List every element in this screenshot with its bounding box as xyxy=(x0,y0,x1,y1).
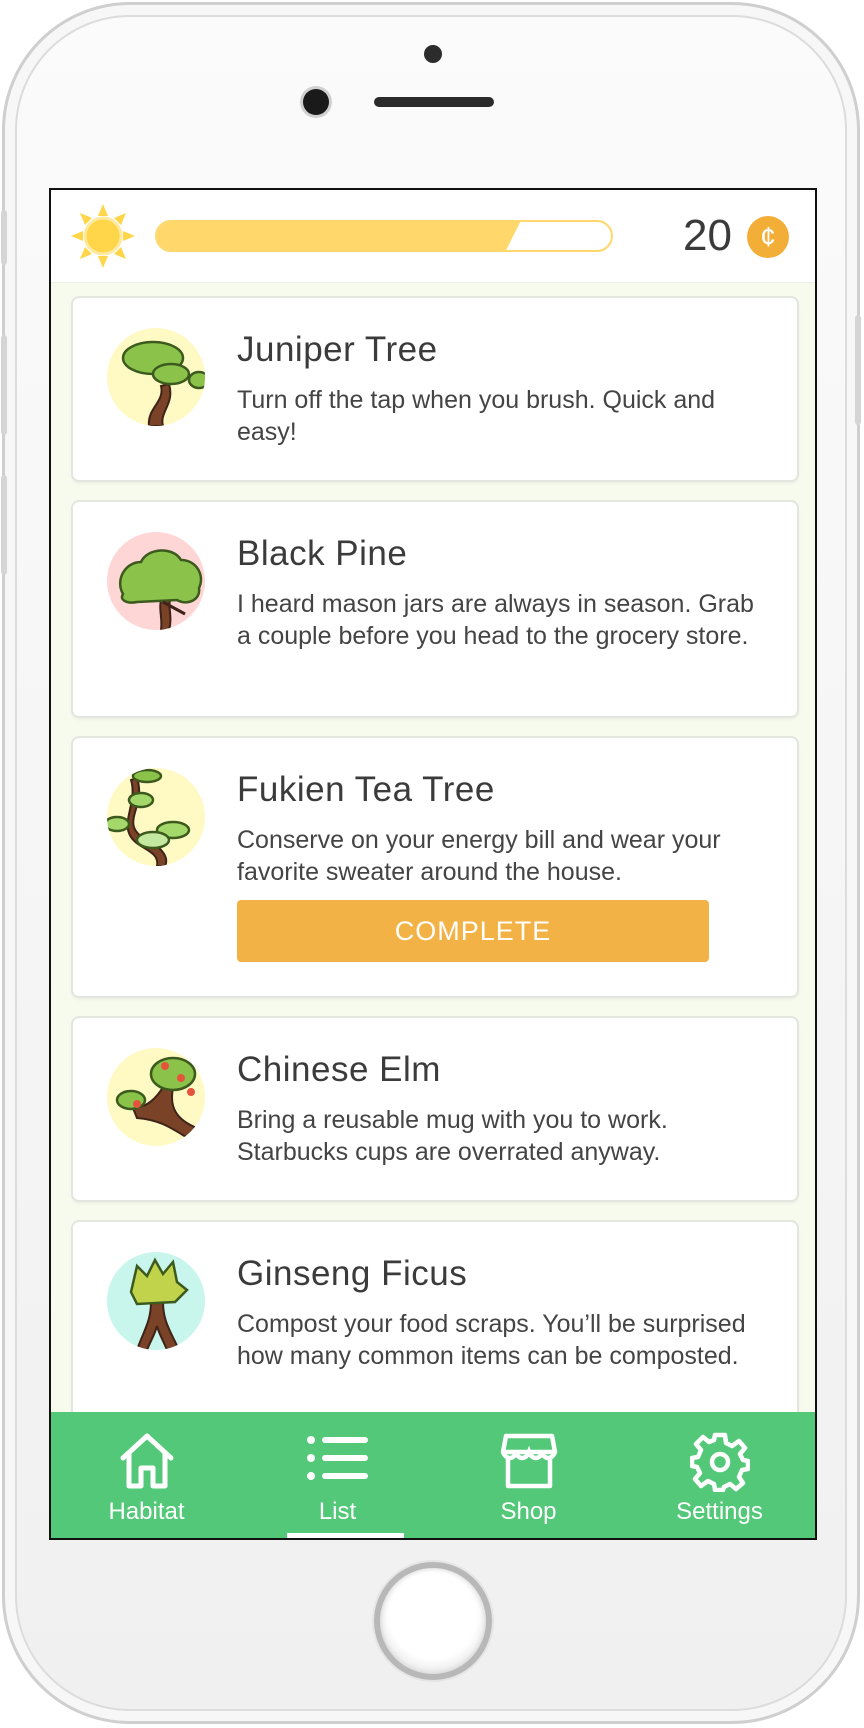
status-header: 20 ¢ xyxy=(51,190,815,283)
shop-icon xyxy=(500,1433,557,1489)
juniper-tree-icon xyxy=(107,328,205,426)
list-icon xyxy=(306,1436,368,1480)
app-screen: 20 ¢ Juniper Tree Turn off the tap when … xyxy=(49,188,817,1540)
task-card[interactable]: Chinese Elm Bring a reusable mug with yo… xyxy=(71,1016,799,1202)
black-pine-icon xyxy=(107,532,205,630)
proximity-sensor xyxy=(424,45,442,63)
tab-label: List xyxy=(318,1498,357,1525)
power-button xyxy=(855,315,861,425)
task-title: Ginseng Ficus xyxy=(237,1254,468,1293)
complete-button[interactable]: COMPLETE xyxy=(237,900,709,962)
sun-icon xyxy=(71,204,135,268)
volume-down-button xyxy=(1,475,7,575)
task-card[interactable]: Black Pine I heard mason jars are always… xyxy=(71,500,799,718)
task-description: Turn off the tap when you brush. Quick a… xyxy=(237,386,716,446)
task-title: Juniper Tree xyxy=(237,330,438,369)
ginseng-ficus-icon xyxy=(107,1252,205,1350)
coin-count: 20 xyxy=(683,211,732,260)
task-title: Fukien Tea Tree xyxy=(237,770,495,809)
front-camera xyxy=(303,89,329,115)
tab-settings[interactable]: Settings xyxy=(624,1412,815,1538)
task-list[interactable]: Juniper Tree Turn off the tap when you b… xyxy=(51,282,815,1418)
coin-icon: ¢ xyxy=(747,216,789,258)
gear-icon xyxy=(689,1432,750,1492)
task-title: Black Pine xyxy=(237,534,408,573)
progress-fill xyxy=(157,222,520,250)
mute-switch xyxy=(1,210,7,265)
task-card[interactable]: Ginseng Ficus Compost your food scraps. … xyxy=(71,1220,799,1418)
task-card[interactable]: Juniper Tree Turn off the tap when you b… xyxy=(71,296,799,482)
task-description: I heard mason jars are always in season.… xyxy=(237,590,754,650)
fukien-tea-tree-icon xyxy=(107,768,205,866)
bottom-tab-bar: Habitat List Shop Settings xyxy=(51,1412,815,1538)
tab-label: Settings xyxy=(676,1498,763,1525)
task-card-expanded[interactable]: Fukien Tea Tree Conserve on your energy … xyxy=(71,736,799,998)
home-icon xyxy=(120,1433,173,1489)
home-button[interactable] xyxy=(374,1562,492,1680)
task-title: Chinese Elm xyxy=(237,1050,441,1089)
tab-shop[interactable]: Shop xyxy=(433,1412,624,1538)
active-tab-indicator xyxy=(287,1533,404,1538)
volume-up-button xyxy=(1,335,7,435)
tab-habitat[interactable]: Habitat xyxy=(51,1412,242,1538)
task-description: Conserve on your energy bill and wear yo… xyxy=(237,826,721,886)
daily-progress-bar xyxy=(155,220,613,252)
chinese-elm-icon xyxy=(107,1048,205,1146)
task-description: Compost your food scraps. You’ll be surp… xyxy=(237,1310,746,1370)
earpiece-speaker xyxy=(374,97,494,107)
tab-list[interactable]: List xyxy=(242,1412,433,1538)
tab-label: Habitat xyxy=(108,1498,185,1525)
task-description: Bring a reusable mug with you to work. S… xyxy=(237,1106,668,1166)
tab-label: Shop xyxy=(500,1498,557,1525)
